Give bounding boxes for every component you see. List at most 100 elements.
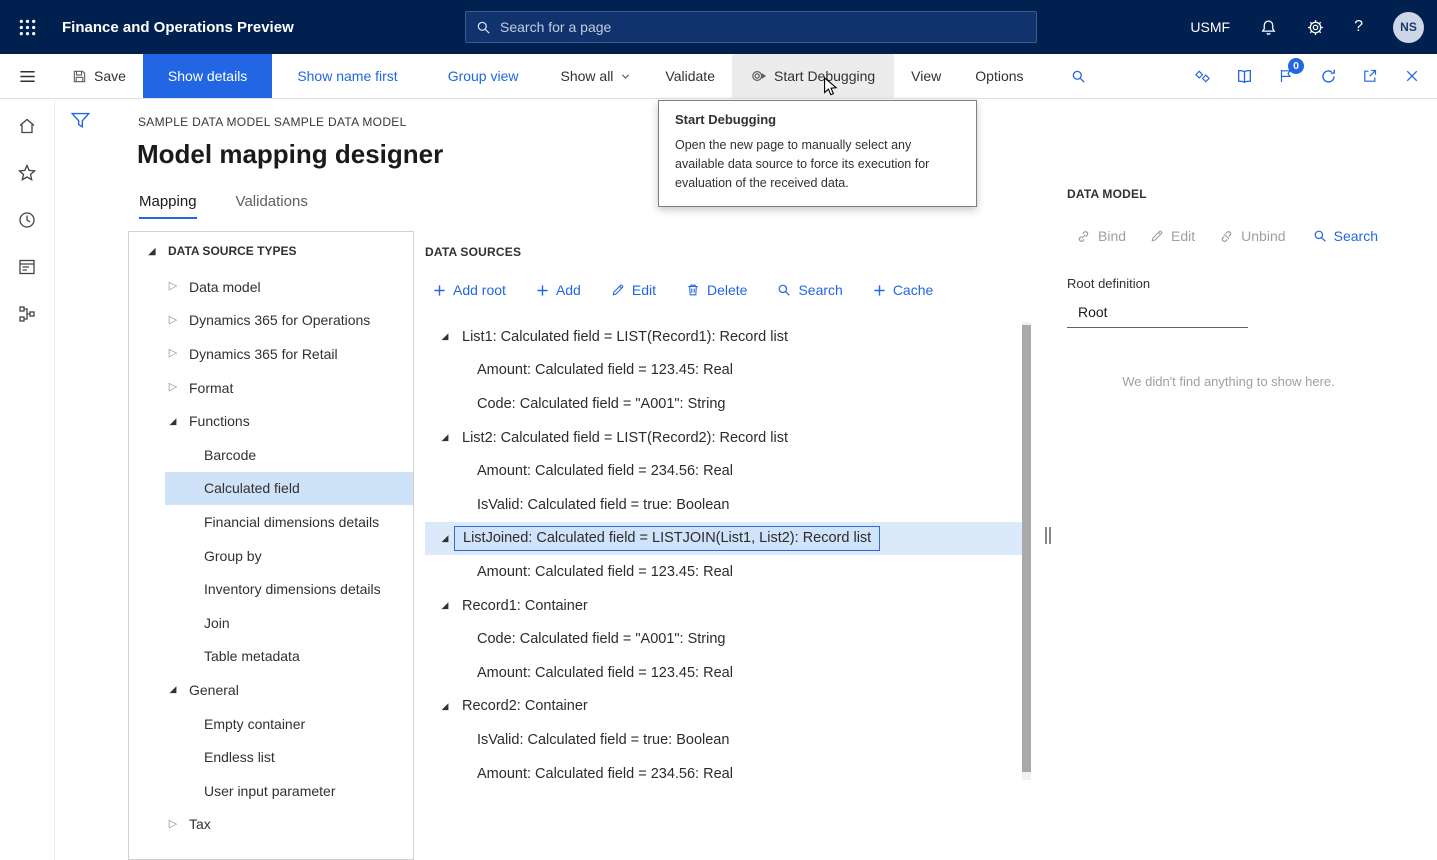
show-name-first-button[interactable]: Show name first (272, 54, 422, 98)
panel-splitter-handle[interactable] (1045, 527, 1051, 544)
start-debugging-button[interactable]: Start Debugging (732, 54, 894, 98)
collapse-arrow-icon[interactable]: ◢ (438, 332, 452, 341)
expand-arrow-icon[interactable]: ▷ (166, 281, 180, 292)
book-icon[interactable] (1223, 54, 1265, 98)
source-type-item-calculated-field[interactable]: Calculated field (165, 472, 413, 506)
source-type-item-inventory-dimensions-details[interactable]: Inventory dimensions details (165, 572, 413, 606)
collapse-arrow-icon[interactable]: ◢ (145, 247, 159, 256)
data-source-node-amount[interactable]: Amount: Calculated field = 234.56: Real (425, 757, 1022, 791)
topbar-right-cluster: USMF ? NS (1190, 12, 1437, 43)
data-source-node-list1[interactable]: ◢List1: Calculated field = LIST(Record1)… (425, 320, 1022, 354)
collapse-arrow-icon[interactable]: ◢ (166, 685, 180, 694)
show-details-button[interactable]: Show details (143, 54, 272, 98)
data-source-node-code[interactable]: Code: Calculated field = "A001": String (425, 387, 1022, 421)
source-type-item-group-by[interactable]: Group by (165, 539, 413, 573)
data-source-node-code[interactable]: Code: Calculated field = "A001": String (425, 622, 1022, 656)
avatar[interactable]: NS (1393, 12, 1424, 43)
gear-icon[interactable] (1307, 19, 1324, 36)
collapse-arrow-icon[interactable]: ◢ (438, 534, 452, 543)
data-sources-title: DATA SOURCES (425, 231, 1022, 259)
filter-icon[interactable] (69, 109, 92, 132)
source-type-item-empty-container[interactable]: Empty container (165, 707, 413, 741)
source-type-item-barcode[interactable]: Barcode (165, 438, 413, 472)
source-type-item-tax[interactable]: ▷Tax (129, 808, 413, 842)
edit-button[interactable]: Edit (1138, 222, 1207, 250)
source-type-item-functions[interactable]: ◢Functions (129, 404, 413, 438)
flag-icon[interactable]: 0 (1265, 54, 1307, 98)
expand-arrow-icon[interactable]: ▷ (166, 315, 180, 326)
data-source-label: ListJoined: Calculated field = LISTJOIN(… (454, 526, 880, 551)
show-all-dropdown[interactable]: Show all (544, 54, 649, 98)
data-source-node-amount[interactable]: Amount: Calculated field = 234.56: Real (425, 454, 1022, 488)
source-type-item-format[interactable]: ▷Format (129, 371, 413, 405)
data-source-node-isvalid[interactable]: IsValid: Calculated field = true: Boolea… (425, 488, 1022, 522)
group-view-button[interactable]: Group view (423, 54, 544, 98)
source-type-label: Barcode (204, 447, 256, 463)
collapse-arrow-icon[interactable]: ◢ (438, 601, 452, 610)
star-icon[interactable] (4, 149, 50, 196)
collapse-arrow-icon[interactable]: ◢ (166, 417, 180, 426)
expand-arrow-icon[interactable]: ▷ (166, 348, 180, 359)
edit-button[interactable]: Edit (596, 276, 671, 304)
button-label: Add root (453, 282, 506, 298)
home-icon[interactable] (4, 102, 50, 149)
bind-button[interactable]: Bind (1067, 222, 1138, 250)
delete-button[interactable]: Delete (671, 276, 762, 304)
refresh-icon[interactable] (1307, 54, 1349, 98)
scrollbar-thumb[interactable] (1022, 325, 1031, 772)
data-source-label: Record1: Container (462, 598, 588, 614)
data-source-node-list2[interactable]: ◢List2: Calculated field = LIST(Record2)… (425, 421, 1022, 455)
cache-button[interactable]: Cache (858, 276, 948, 304)
global-search-box[interactable] (465, 11, 1037, 43)
diamonds-icon[interactable] (1181, 54, 1223, 98)
source-type-item-table-metadata[interactable]: Table metadata (165, 640, 413, 674)
source-type-item-data-model[interactable]: ▷Data model (129, 270, 413, 304)
collapse-arrow-icon[interactable]: ◢ (438, 433, 452, 442)
data-sources-tree: ◢List1: Calculated field = LIST(Record1)… (425, 320, 1022, 790)
nav-menu-icon[interactable] (0, 54, 55, 98)
help-button[interactable]: ? (1354, 18, 1363, 36)
app-launcher-icon[interactable] (0, 0, 54, 54)
data-source-node-record1[interactable]: ◢ Record1: Container (425, 589, 1022, 623)
view-button[interactable]: View (894, 54, 958, 98)
source-type-item-join[interactable]: Join (165, 606, 413, 640)
expand-arrow-icon[interactable]: ▷ (166, 819, 180, 830)
form-icon[interactable] (4, 243, 50, 290)
scrollbar[interactable] (1022, 322, 1031, 780)
validate-button[interactable]: Validate (648, 54, 732, 98)
data-source-node-record2[interactable]: ◢Record2: Container (425, 690, 1022, 724)
search-button[interactable]: Search (1301, 222, 1390, 250)
collapse-arrow-icon[interactable]: ◢ (438, 702, 452, 711)
save-button[interactable]: Save (55, 54, 143, 98)
data-source-node-listjoined[interactable]: ◢ListJoined: Calculated field = LISTJOIN… (425, 522, 1022, 556)
source-type-item-financial-dimensions-details[interactable]: Financial dimensions details (165, 505, 413, 539)
hierarchy-icon[interactable] (4, 290, 50, 337)
data-source-node-isvalid[interactable]: IsValid: Calculated field = true: Boolea… (425, 723, 1022, 757)
button-label: Search (1334, 228, 1378, 244)
root-definition-input[interactable]: Root (1067, 300, 1248, 328)
expand-arrow-icon[interactable]: ▷ (166, 382, 180, 393)
unbind-button[interactable]: Unbind (1207, 222, 1297, 250)
options-button[interactable]: Options (958, 54, 1040, 98)
source-type-item-dynamics-365-for-retail[interactable]: ▷Dynamics 365 for Retail (129, 337, 413, 371)
source-type-item-endless-list[interactable]: Endless list (165, 740, 413, 774)
add-button[interactable]: Add (521, 276, 596, 304)
data-source-node-amount[interactable]: Amount: Calculated field = 123.45: Real (425, 656, 1022, 690)
company-selector[interactable]: USMF (1190, 19, 1230, 35)
add-root-button[interactable]: Add root (425, 276, 521, 304)
close-icon[interactable] (1391, 54, 1433, 98)
clock-icon[interactable] (4, 196, 50, 243)
data-source-node-amount[interactable]: Amount: Calculated field = 123.45: Real (425, 354, 1022, 388)
tab-validations[interactable]: Validations (236, 193, 308, 219)
popout-icon[interactable] (1349, 54, 1391, 98)
source-type-item-user-input-parameter[interactable]: User input parameter (165, 774, 413, 808)
bell-icon[interactable] (1260, 19, 1277, 36)
global-search-input[interactable] (500, 19, 1026, 35)
action-pane-right-icons: 0 (1181, 54, 1437, 98)
source-type-item-general[interactable]: ◢General (129, 673, 413, 707)
search-button[interactable]: Search (762, 276, 857, 304)
source-type-item-dynamics-365-for-operations[interactable]: ▷Dynamics 365 for Operations (129, 304, 413, 338)
tab-mapping[interactable]: Mapping (139, 193, 197, 219)
action-pane-search-icon[interactable] (1057, 54, 1100, 98)
data-source-node-amount[interactable]: Amount: Calculated field = 123.45: Real (425, 555, 1022, 589)
